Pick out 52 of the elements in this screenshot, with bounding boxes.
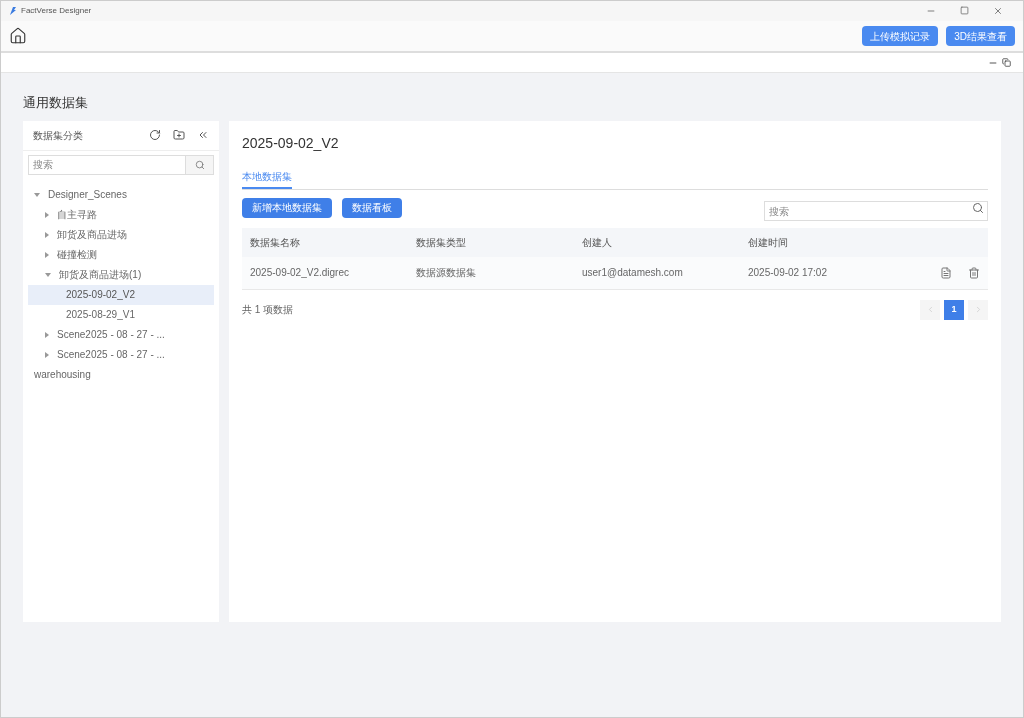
restore-icon[interactable]: [1002, 58, 1011, 67]
page-title: 通用数据集: [23, 94, 89, 112]
caret-down-icon[interactable]: [45, 272, 51, 277]
toolbar-button[interactable]: 上传模拟记录: [862, 26, 939, 46]
tree-item[interactable]: warehousing: [28, 364, 214, 385]
search-field[interactable]: 搜索: [764, 201, 988, 221]
action-button[interactable]: 新增本地数据集: [242, 197, 332, 218]
tree-item[interactable]: Designer_Scenes: [28, 184, 214, 205]
search-icon[interactable]: [972, 201, 984, 214]
document-icon[interactable]: [940, 266, 952, 279]
tree-item[interactable]: 卸货及商品进场: [28, 224, 214, 245]
tree-item[interactable]: Scene2025 - 08 - 27 - ...: [28, 344, 214, 365]
caret-right-icon[interactable]: [45, 331, 49, 338]
tree-item[interactable]: 自主寻路: [28, 204, 214, 225]
tree-item[interactable]: 碰撞检测: [28, 244, 214, 265]
caret-right-icon[interactable]: [45, 351, 49, 358]
dataset-title: 2025-09-02_V2: [242, 133, 340, 153]
close-icon[interactable]: [993, 6, 1003, 16]
table-cell-text: 2025-09-02_V2.digrec: [250, 266, 350, 280]
table-row[interactable]: 2025-09-02_V2.digrec 数据源数据集 user1@datamesh.com 2025-09-02 17:02: [242, 256, 988, 290]
column-header: 数据集类型: [416, 235, 467, 250]
action-button[interactable]: 数据看板: [342, 197, 402, 218]
refresh-icon[interactable]: [149, 129, 161, 141]
sidebar-title: 数据集分类: [33, 128, 83, 143]
table-cell-text: user1@datamesh.com: [582, 266, 684, 280]
column-header: 创建时间: [748, 235, 789, 250]
page-button[interactable]: 1: [944, 299, 964, 320]
maximize-icon[interactable]: [960, 6, 969, 15]
add-folder-icon[interactable]: [173, 129, 185, 141]
search-button[interactable]: [186, 154, 214, 175]
trash-icon[interactable]: [968, 266, 980, 279]
caret-right-icon[interactable]: [45, 251, 49, 258]
caret-down-icon[interactable]: [34, 192, 40, 197]
tree-item[interactable]: Scene2025 - 08 - 27 - ...: [28, 324, 214, 345]
search-field[interactable]: 搜索: [28, 154, 186, 175]
caret-right-icon[interactable]: [45, 211, 49, 218]
search-icon[interactable]: [194, 159, 205, 170]
tree-item[interactable]: 卸货及商品进场(1): [28, 264, 214, 285]
toolbar-button[interactable]: 3D结果查看: [946, 26, 1015, 46]
tab[interactable]: 本地数据集: [242, 165, 292, 189]
column-header: 数据集名称: [250, 235, 301, 250]
table-cell-text: 数据源数据集: [416, 266, 477, 280]
window-title: FactVerse Designer: [21, 5, 92, 17]
app-logo-icon: [9, 6, 17, 16]
caret-right-icon[interactable]: [45, 231, 49, 238]
total-count: 共 1 项数据: [242, 303, 294, 317]
column-header: 创建人: [582, 235, 613, 250]
tree-item[interactable]: 2025-09-02_V2: [28, 284, 214, 305]
tree-item[interactable]: 2025-08-29_V1: [28, 304, 214, 325]
collapse-icon[interactable]: [197, 129, 209, 141]
table-cell-text: 2025-09-02 17:02: [748, 266, 828, 280]
home-icon[interactable]: [9, 27, 27, 45]
